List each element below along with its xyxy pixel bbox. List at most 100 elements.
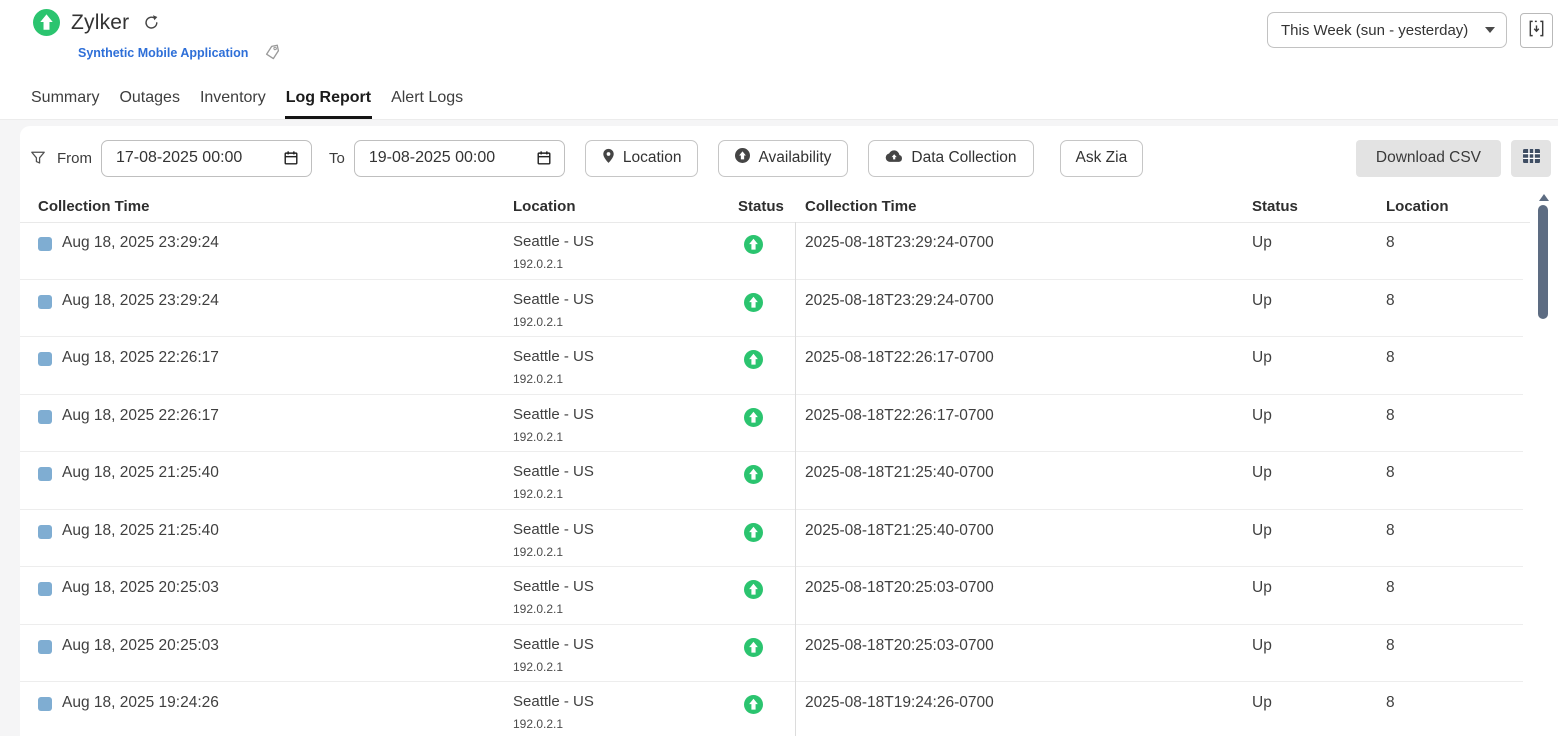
calendar-icon[interactable] [536,150,552,166]
to-datetime-input[interactable]: 19-08-2025 00:00 [354,140,565,177]
column-settings-button[interactable] [1511,140,1551,177]
location-name: Seattle - US [513,233,594,250]
scrollbar-up-arrow[interactable] [1539,194,1549,201]
table-columns-icon [1522,148,1541,169]
tab-outages[interactable]: Outages [118,89,180,119]
table-header: Collection Time Location Status Collecti… [20,196,1558,222]
monitor-name: Zylker [71,11,129,35]
location-ip: 192.0.2.1 [513,717,594,731]
availability-up-icon [735,148,750,168]
header-location-left: Location [513,198,576,215]
location-ip: 192.0.2.1 [513,315,594,329]
location-name: Seattle - US [513,406,594,423]
location-cell: Seattle - US 192.0.2.1 [513,233,594,271]
location-name: Seattle - US [513,463,594,480]
location-name: Seattle - US [513,521,594,538]
row-checkbox[interactable] [38,410,52,424]
location-ip: 192.0.2.1 [513,257,594,271]
location-id-cell: 8 [1386,522,1395,540]
location-id-cell: 8 [1386,234,1395,252]
tab-bar: Summary Outages Inventory Log Report Ale… [30,89,464,119]
location-ip: 192.0.2.1 [513,372,594,386]
row-checkbox[interactable] [38,467,52,481]
data-collection-filter-button[interactable]: Data Collection [868,140,1033,177]
raw-collection-time-cell: 2025-08-18T20:25:03-0700 [805,579,994,597]
status-up-icon [744,695,763,714]
tab-log-report[interactable]: Log Report [285,89,372,119]
header-status-left: Status [738,198,784,215]
period-controls: This Week (sun - yesterday) [1267,12,1553,48]
row-checkbox[interactable] [38,525,52,539]
refresh-icon[interactable] [143,14,160,31]
filter-bar: From 17-08-2025 00:00 To 19-08-2025 00:0… [20,126,1558,190]
monitor-type-link[interactable]: Synthetic Mobile Application [78,46,248,60]
location-filter-button[interactable]: Location [585,140,699,177]
monitor-header: Zylker Synthetic Mobile Application This… [0,0,1558,120]
location-cell: Seattle - US 192.0.2.1 [513,578,594,616]
log-table-row: Aug 18, 2025 22:26:17 Seattle - US 192.0… [20,337,1558,395]
status-up-icon [744,350,763,369]
from-datetime-value: 17-08-2025 00:00 [116,149,242,167]
location-cell: Seattle - US 192.0.2.1 [513,693,594,731]
chevron-down-icon [1485,27,1495,33]
status-up-icon [744,235,763,254]
location-cell: Seattle - US 192.0.2.1 [513,636,594,674]
location-id-cell: 8 [1386,407,1395,425]
row-checkbox[interactable] [38,352,52,366]
calendar-icon[interactable] [283,150,299,166]
to-datetime-value: 19-08-2025 00:00 [369,149,495,167]
row-checkbox[interactable] [38,640,52,654]
status-text-cell: Up [1252,694,1272,712]
status-text-cell: Up [1252,637,1272,655]
scrollbar-thumb[interactable] [1538,205,1548,319]
custom-period-icon [1527,19,1546,41]
raw-collection-time-cell: 2025-08-18T19:24:26-0700 [805,694,994,712]
collection-time-cell: Aug 18, 2025 23:29:24 [62,234,219,252]
location-cell: Seattle - US 192.0.2.1 [513,291,594,329]
location-id-cell: 8 [1386,637,1395,655]
download-csv-button[interactable]: Download CSV [1356,140,1501,177]
tab-alert-logs[interactable]: Alert Logs [390,89,464,119]
location-cell: Seattle - US 192.0.2.1 [513,463,594,501]
custom-period-button[interactable] [1520,13,1553,48]
filter-icon [30,150,46,166]
from-datetime-input[interactable]: 17-08-2025 00:00 [101,140,312,177]
row-checkbox[interactable] [38,582,52,596]
row-checkbox[interactable] [38,697,52,711]
status-up-icon [744,465,763,484]
log-table-row: Aug 18, 2025 21:25:40 Seattle - US 192.0… [20,510,1558,568]
location-name: Seattle - US [513,693,594,710]
raw-collection-time-cell: 2025-08-18T23:29:24-0700 [805,234,994,252]
tab-inventory[interactable]: Inventory [199,89,267,119]
row-checkbox[interactable] [38,295,52,309]
location-ip: 192.0.2.1 [513,660,594,674]
time-period-dropdown[interactable]: This Week (sun - yesterday) [1267,12,1507,48]
location-ip: 192.0.2.1 [513,602,594,616]
collection-time-cell: Aug 18, 2025 20:25:03 [62,579,219,597]
header-collection-time-left: Collection Time [38,198,149,215]
tag-icon[interactable] [263,42,283,62]
raw-collection-time-cell: 2025-08-18T23:29:24-0700 [805,292,994,310]
status-up-icon [744,523,763,542]
tab-summary[interactable]: Summary [30,89,100,119]
location-cell: Seattle - US 192.0.2.1 [513,521,594,559]
ask-zia-button[interactable]: Ask Zia [1060,140,1144,177]
log-table-row: Aug 18, 2025 19:24:26 Seattle - US 192.0… [20,682,1558,736]
row-checkbox[interactable] [38,237,52,251]
log-table-row: Aug 18, 2025 21:25:40 Seattle - US 192.0… [20,452,1558,510]
log-table-row: Aug 18, 2025 23:29:24 Seattle - US 192.0… [20,280,1558,338]
header-collection-time-right: Collection Time [805,198,916,215]
log-report-page: Zylker Synthetic Mobile Application This… [0,0,1558,736]
location-name: Seattle - US [513,636,594,653]
location-pin-icon [602,148,615,169]
status-text-cell: Up [1252,407,1272,425]
ask-zia-label: Ask Zia [1076,149,1128,167]
raw-collection-time-cell: 2025-08-18T22:26:17-0700 [805,407,994,425]
status-up-icon [744,580,763,599]
collection-time-cell: Aug 18, 2025 23:29:24 [62,292,219,310]
raw-collection-time-cell: 2025-08-18T22:26:17-0700 [805,349,994,367]
to-label: To [329,150,345,167]
collection-time-cell: Aug 18, 2025 21:25:40 [62,522,219,540]
availability-filter-button[interactable]: Availability [718,140,848,177]
log-table-row: Aug 18, 2025 22:26:17 Seattle - US 192.0… [20,395,1558,453]
